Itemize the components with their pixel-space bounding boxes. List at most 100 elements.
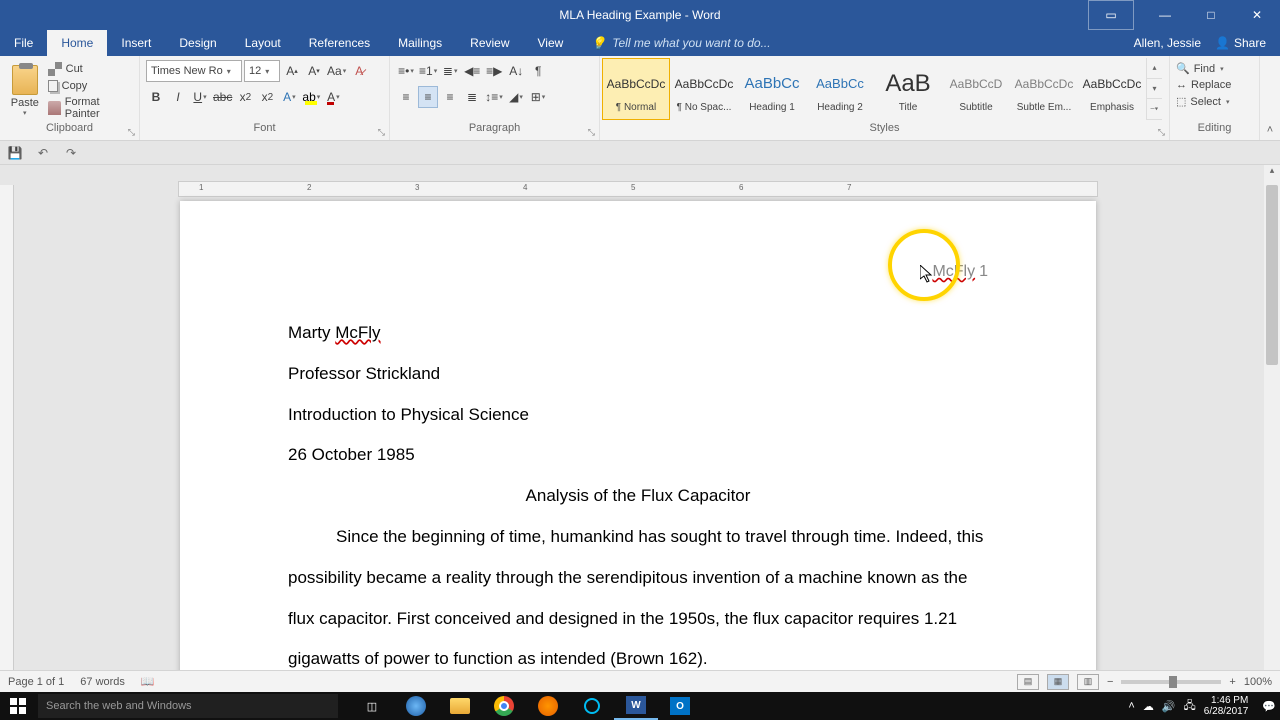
find-button[interactable]: 🔍Find▾: [1176, 62, 1231, 75]
bold-button[interactable]: B: [146, 86, 166, 108]
style---no-spac---[interactable]: AaBbCcDc¶ No Spac...: [670, 58, 738, 120]
vertical-ruler[interactable]: [0, 185, 14, 692]
clipboard-launcher-icon[interactable]: ⤡: [128, 127, 135, 138]
start-button[interactable]: [0, 692, 36, 720]
text-effects-button[interactable]: A▾: [279, 86, 299, 108]
taskbar-app1-icon[interactable]: [570, 692, 614, 720]
zoom-in-button[interactable]: +: [1229, 676, 1235, 688]
scroll-up-icon[interactable]: ▴: [1264, 165, 1280, 181]
numbering-button[interactable]: ≡1▾: [418, 60, 438, 82]
align-center-button[interactable]: ≡: [418, 86, 438, 108]
subscript-button[interactable]: x2: [235, 86, 255, 108]
taskbar-firefox-icon[interactable]: [526, 692, 570, 720]
cut-button[interactable]: Cut: [48, 62, 133, 76]
line-spacing-button[interactable]: ↕≡▾: [484, 86, 504, 108]
grow-font-button[interactable]: A▴: [282, 60, 302, 82]
status-proofing-icon[interactable]: 📖: [141, 675, 155, 688]
borders-button[interactable]: ⊞▾: [528, 86, 548, 108]
multilevel-button[interactable]: ≣▾: [440, 60, 460, 82]
ribbon-display-icon[interactable]: ▭: [1088, 0, 1134, 30]
align-left-button[interactable]: ≡: [396, 86, 416, 108]
redo-button[interactable]: ↷: [62, 144, 80, 162]
zoom-out-button[interactable]: −: [1107, 676, 1113, 688]
font-color-button[interactable]: A▾: [323, 86, 343, 108]
show-marks-button[interactable]: ¶: [528, 60, 548, 82]
status-words[interactable]: 67 words: [80, 676, 125, 688]
style-subtitle[interactable]: AaBbCcDSubtitle: [942, 58, 1010, 120]
save-button[interactable]: 💾: [6, 144, 24, 162]
taskbar-ie-icon[interactable]: [394, 692, 438, 720]
vertical-scrollbar[interactable]: ▴ ▾: [1264, 165, 1280, 692]
tab-insert[interactable]: Insert: [107, 30, 165, 56]
justify-button[interactable]: ≣: [462, 86, 482, 108]
taskbar-chrome-icon[interactable]: [482, 692, 526, 720]
align-right-button[interactable]: ≡: [440, 86, 460, 108]
copy-button[interactable]: Copy: [48, 80, 133, 92]
page[interactable]: McFly 1 Marty McFly Professor Strickland…: [180, 201, 1096, 692]
decrease-indent-button[interactable]: ◀≡: [462, 60, 482, 82]
collapse-ribbon-button[interactable]: ˄: [1260, 56, 1280, 140]
tab-view[interactable]: View: [524, 30, 578, 56]
style-heading-1[interactable]: AaBbCcHeading 1: [738, 58, 806, 120]
share-button[interactable]: 👤 Share: [1215, 36, 1266, 50]
read-mode-button[interactable]: ▤: [1017, 674, 1039, 690]
tray-network-icon[interactable]: 🖧: [1184, 697, 1196, 716]
tab-review[interactable]: Review: [456, 30, 523, 56]
horizontal-ruler[interactable]: 1234567: [178, 181, 1098, 197]
clear-formatting-button[interactable]: A̷: [349, 60, 369, 82]
undo-button[interactable]: ↶: [34, 144, 52, 162]
styles-up-icon[interactable]: ▴: [1147, 58, 1162, 79]
sort-button[interactable]: A↓: [506, 60, 526, 82]
tray-notifications-icon[interactable]: 💬: [1262, 700, 1276, 713]
tray-clock[interactable]: 1:46 PM 6/28/2017: [1204, 695, 1255, 717]
underline-button[interactable]: U▾: [190, 86, 210, 108]
tray-volume-icon[interactable]: 🔊: [1162, 700, 1176, 713]
tray-up-icon[interactable]: ˄: [1128, 700, 1134, 712]
tab-file[interactable]: File: [0, 30, 47, 56]
tab-layout[interactable]: Layout: [231, 30, 295, 56]
taskbar-outlook-icon[interactable]: O: [658, 692, 702, 720]
select-button[interactable]: ⬚Select▾: [1176, 95, 1231, 108]
styles-launcher-icon[interactable]: ⤡: [1158, 127, 1165, 138]
font-launcher-icon[interactable]: ⤡: [378, 127, 385, 138]
user-name[interactable]: Allen, Jessie: [1134, 36, 1201, 50]
styles-scroll[interactable]: ▴ ▾ ⎯▾: [1146, 58, 1162, 120]
format-painter-button[interactable]: Format Painter: [48, 96, 133, 120]
close-button[interactable]: ✕: [1234, 0, 1280, 30]
font-size-select[interactable]: 12▾: [244, 60, 280, 82]
taskbar-search[interactable]: Search the web and Windows: [38, 694, 338, 718]
superscript-button[interactable]: x2: [257, 86, 277, 108]
style-emphasis[interactable]: AaBbCcDcEmphasis: [1078, 58, 1146, 120]
style-title[interactable]: AaBTitle: [874, 58, 942, 120]
taskbar-word-icon[interactable]: W: [614, 692, 658, 720]
strikethrough-button[interactable]: abc: [212, 86, 233, 108]
web-layout-button[interactable]: ▥: [1077, 674, 1099, 690]
style-subtle-em---[interactable]: AaBbCcDcSubtle Em...: [1010, 58, 1078, 120]
minimize-button[interactable]: —: [1142, 0, 1188, 30]
shading-button[interactable]: ◢▾: [506, 86, 526, 108]
tell-me-box[interactable]: 💡 Tell me what you want to do...: [577, 30, 770, 56]
paragraph-launcher-icon[interactable]: ⤡: [588, 127, 595, 138]
styles-more-icon[interactable]: ⎯▾: [1147, 99, 1162, 120]
shrink-font-button[interactable]: A▾: [304, 60, 324, 82]
taskbar-explorer-icon[interactable]: [438, 692, 482, 720]
italic-button[interactable]: I: [168, 86, 188, 108]
scroll-thumb[interactable]: [1266, 185, 1278, 365]
document-body[interactable]: Marty McFly Professor Strickland Introdu…: [288, 313, 988, 680]
style-heading-2[interactable]: AaBbCcHeading 2: [806, 58, 874, 120]
highlight-button[interactable]: ab▾: [301, 86, 321, 108]
tab-design[interactable]: Design: [165, 30, 230, 56]
styles-gallery[interactable]: AaBbCcDc¶ NormalAaBbCcDc¶ No Spac...AaBb…: [602, 58, 1146, 120]
tab-mailings[interactable]: Mailings: [384, 30, 456, 56]
bullets-button[interactable]: ≡•▾: [396, 60, 416, 82]
replace-button[interactable]: ↔Replace: [1176, 79, 1231, 91]
styles-down-icon[interactable]: ▾: [1147, 79, 1162, 100]
change-case-button[interactable]: Aa▾: [326, 60, 347, 82]
zoom-slider[interactable]: [1121, 680, 1221, 684]
tray-onedrive-icon[interactable]: ☁: [1143, 700, 1154, 713]
tab-references[interactable]: References: [295, 30, 384, 56]
zoom-level[interactable]: 100%: [1244, 676, 1272, 688]
style---normal[interactable]: AaBbCcDc¶ Normal: [602, 58, 670, 120]
tab-home[interactable]: Home: [47, 30, 107, 56]
task-view-button[interactable]: ◫: [350, 692, 394, 720]
